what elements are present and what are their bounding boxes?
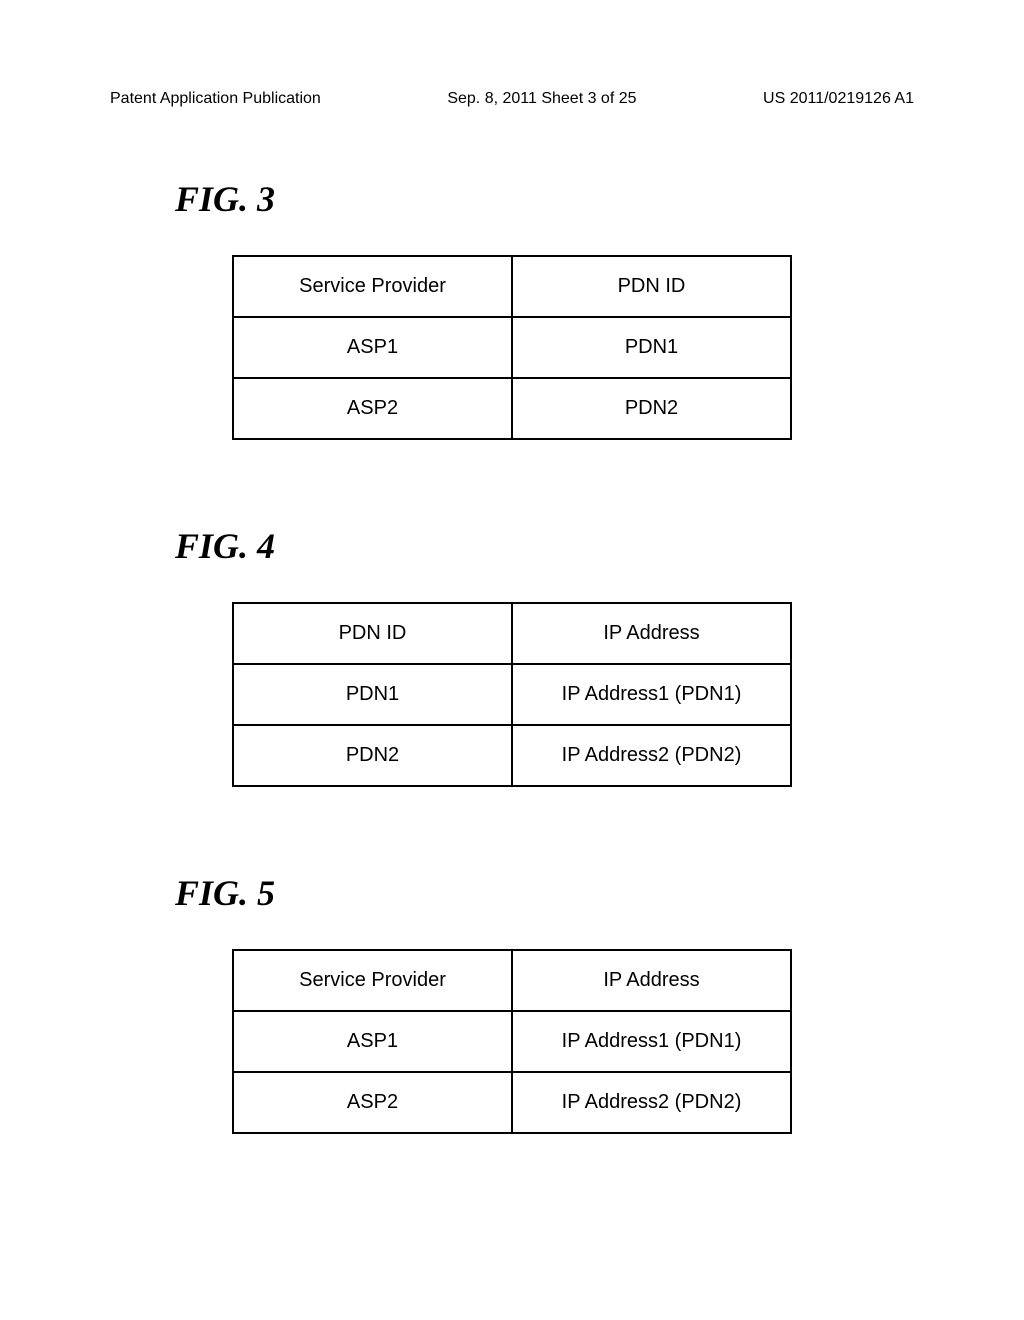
table-header-row: Service Provider PDN ID: [233, 256, 791, 317]
table-cell: IP Address2 (PDN2): [512, 725, 791, 786]
table-row: ASP2 IP Address2 (PDN2): [233, 1072, 791, 1133]
table-cell: ASP2: [233, 1072, 512, 1133]
publication-type: Patent Application Publication: [110, 90, 321, 108]
figure-4-block: FIG. 4 PDN ID IP Address PDN1 IP Address…: [100, 525, 924, 787]
table-cell: IP Address2 (PDN2): [512, 1072, 791, 1133]
table-cell: PDN1: [512, 317, 791, 378]
table-cell: PDN1: [233, 664, 512, 725]
table-row: ASP1 IP Address1 (PDN1): [233, 1011, 791, 1072]
table-row: ASP2 PDN2: [233, 378, 791, 439]
table-header-cell: PDN ID: [233, 603, 512, 664]
figure-3-table: Service Provider PDN ID ASP1 PDN1 ASP2 P…: [232, 255, 792, 440]
table-cell: IP Address1 (PDN1): [512, 1011, 791, 1072]
table-row: ASP1 PDN1: [233, 317, 791, 378]
figure-5-table: Service Provider IP Address ASP1 IP Addr…: [232, 949, 792, 1134]
table-cell: ASP1: [233, 1011, 512, 1072]
table-header-cell: PDN ID: [512, 256, 791, 317]
figure-5-label: FIG. 5: [175, 872, 924, 914]
table-header-row: Service Provider IP Address: [233, 950, 791, 1011]
figure-3-label: FIG. 3: [175, 178, 924, 220]
table-cell: PDN2: [233, 725, 512, 786]
figure-3-block: FIG. 3 Service Provider PDN ID ASP1 PDN1…: [100, 178, 924, 440]
table-header-row: PDN ID IP Address: [233, 603, 791, 664]
table-row: PDN1 IP Address1 (PDN1): [233, 664, 791, 725]
table-header-cell: IP Address: [512, 950, 791, 1011]
figure-5-block: FIG. 5 Service Provider IP Address ASP1 …: [100, 872, 924, 1134]
table-cell: ASP1: [233, 317, 512, 378]
table-header-cell: Service Provider: [233, 256, 512, 317]
figure-4-table: PDN ID IP Address PDN1 IP Address1 (PDN1…: [232, 602, 792, 787]
table-cell: IP Address1 (PDN1): [512, 664, 791, 725]
publication-number: US 2011/0219126 A1: [763, 90, 914, 108]
table-header-cell: IP Address: [512, 603, 791, 664]
table-cell: ASP2: [233, 378, 512, 439]
table-row: PDN2 IP Address2 (PDN2): [233, 725, 791, 786]
table-cell: PDN2: [512, 378, 791, 439]
table-header-cell: Service Provider: [233, 950, 512, 1011]
page-header: Patent Application Publication Sep. 8, 2…: [100, 90, 924, 108]
figure-4-label: FIG. 4: [175, 525, 924, 567]
sheet-info: Sep. 8, 2011 Sheet 3 of 25: [447, 90, 636, 108]
